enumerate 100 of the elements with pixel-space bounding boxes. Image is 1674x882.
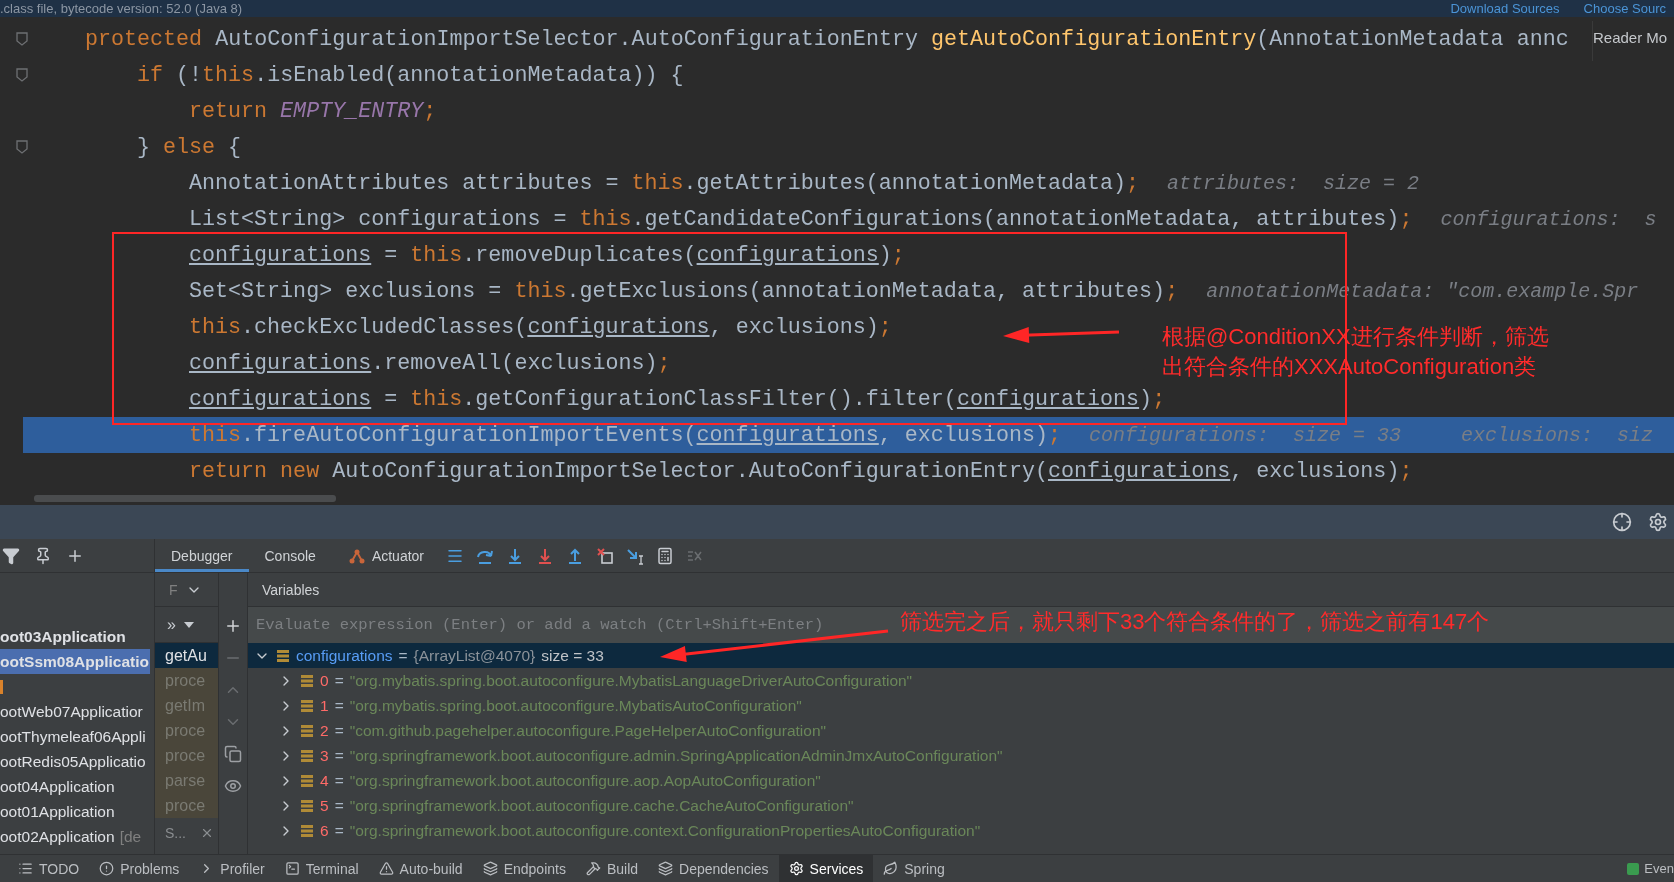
tool-window-button[interactable]: Profiler: [189, 855, 275, 882]
variable-row[interactable]: 6 = "org.springframework.boot.autoconfigure.context.ConfigurationPropertiesAutoConfiguration": [248, 818, 1674, 843]
endpoints-icon: [482, 861, 498, 876]
equals-sign: =: [334, 771, 344, 790]
tool-window-button[interactable]: Dependencies: [648, 855, 779, 882]
code-text: configurations = this.getConfigurationClassFilter().filter(configurations);: [189, 386, 1166, 412]
field-icon: [300, 673, 314, 688]
event-log-icon[interactable]: [1626, 861, 1641, 876]
service-item[interactable]: ootRedis05Applicatio: [0, 749, 150, 774]
tool-window-button[interactable]: TODO: [8, 855, 90, 882]
field-icon: [300, 748, 314, 763]
variable-row[interactable]: 1 = "org.mybatis.spring.boot.autoconfigure.MybatisAutoConfiguration": [248, 693, 1674, 718]
fold-icon[interactable]: [16, 68, 28, 82]
variable-value: "org.springframework.boot.autoconfigure.context.ConfigurationPropertiesAutoConfiguration": [349, 821, 981, 840]
variable-index: 5: [320, 796, 329, 815]
tool-window-button[interactable]: Terminal: [274, 855, 369, 882]
more-button[interactable]: »: [167, 615, 176, 634]
close-icon[interactable]: [200, 826, 214, 840]
service-item[interactable]: oot01Application: [0, 799, 150, 824]
service-item[interactable]: oot03Application: [0, 624, 150, 649]
code-text: configurations = this.removeDuplicates(configurations);: [189, 242, 905, 268]
variable-name: configurations: [296, 646, 393, 665]
tool-window-button[interactable]: Spring: [873, 855, 955, 882]
terminal-icon: [284, 861, 300, 876]
debug-tab[interactable]: Actuator: [331, 539, 440, 572]
frames-status: S...: [165, 825, 186, 841]
fold-icon[interactable]: [16, 32, 28, 46]
header-link[interactable]: Download Sources: [1450, 1, 1560, 16]
stack-frame[interactable]: getAu: [155, 643, 218, 668]
tool-window-button[interactable]: Endpoints: [472, 855, 576, 882]
variable-value: "org.springframework.boot.autoconfigure.aop.AopAutoConfiguration": [349, 771, 821, 790]
tool-window-button[interactable]: Auto-build: [368, 855, 473, 882]
variable-value: "org.springframework.boot.autoconfigure.admin.SpringApplicationAdminJmxAutoConfiguration": [349, 746, 1003, 765]
variable-size: size = 33: [541, 646, 604, 665]
variable-row[interactable]: 2 = "com.github.pagehelper.autoconfigure.PageHelperAutoConfiguration": [248, 718, 1674, 743]
force-step-into-icon[interactable]: [536, 546, 554, 565]
code-text: if (!this.isEnabled(annotationMetadata)) {: [137, 62, 684, 88]
variable-row[interactable]: 0 = "org.mybatis.spring.boot.autoconfigure.MybatisLanguageDriverAutoConfiguration": [248, 668, 1674, 693]
dropdown-icon[interactable]: [183, 621, 194, 628]
code-text: List<String> configurations = this.getCandidateConfigurations(annotationMetadata, attributes);: [189, 206, 1413, 232]
filter-icon[interactable]: [2, 546, 20, 565]
debug-tab[interactable]: Console: [248, 539, 332, 572]
annotation-text: 筛选完之后，就只剩下33个符合条件的了，筛选之前有147个: [900, 608, 1490, 636]
inline-hint: exclusions: siz: [1461, 423, 1654, 447]
fold-icon[interactable]: [16, 140, 28, 154]
code-text: this.checkExcludedClasses(configurations, exclusions);: [189, 314, 892, 340]
code-text: return new AutoConfigurationImportSelector.AutoConfigurationEntry(configurations, exclusions);: [189, 458, 1413, 484]
add-watch-icon[interactable]: [224, 617, 242, 635]
service-suffix: [de: [119, 827, 142, 846]
hammer-icon: [585, 861, 601, 876]
variable-index: 4: [320, 771, 329, 790]
service-item[interactable]: oot02Application [de: [0, 824, 150, 849]
field-icon: [276, 648, 290, 663]
field-icon: [300, 798, 314, 813]
debug-tab[interactable]: Debugger: [155, 539, 249, 572]
service-item[interactable]: ootThymeleaf06Appli: [0, 724, 150, 749]
tool-window-button[interactable]: Problems: [89, 855, 190, 882]
variable-row[interactable]: 3 = "org.springframework.boot.autoconfigure.admin.SpringApplicationAdminJmxAutoConfiguration": [248, 743, 1674, 768]
equals-sign: =: [334, 696, 344, 715]
file-info: .class file, bytecode version: 52.0 (Java 8): [0, 1, 244, 16]
drop-frame-icon[interactable]: [596, 546, 614, 565]
variable-index: 3: [320, 746, 329, 765]
code-text: protected AutoConfigurationImportSelector.AutoConfigurationEntry getAutoConfigurationEntry(AnnotationMetadata annc: [85, 26, 1569, 52]
header-link[interactable]: Choose Sourc: [1583, 1, 1666, 16]
variable-value: "org.mybatis.spring.boot.autoconfigure.MybatisAutoConfiguration": [349, 696, 802, 715]
settings-icon[interactable]: [1648, 512, 1668, 532]
variable-value: "org.springframework.boot.autoconfigure.cache.CacheAutoConfiguration": [349, 796, 854, 815]
tool-window-button[interactable]: Build: [575, 855, 649, 882]
code-text: configurations.removeAll(exclusions);: [189, 350, 671, 376]
pin-icon[interactable]: [34, 546, 52, 565]
service-item[interactable]: oot04Application: [0, 774, 150, 799]
step-out-icon[interactable]: [566, 546, 584, 565]
event-log-label[interactable]: Even: [1644, 861, 1674, 876]
field-icon: [300, 773, 314, 788]
equals-sign: =: [334, 721, 344, 740]
calculator-icon[interactable]: [656, 546, 674, 565]
variable-value: "com.github.pagehelper.autoconfigure.PageHelperAutoConfiguration": [349, 721, 827, 740]
step-into-icon[interactable]: [506, 546, 524, 565]
run-to-cursor-icon[interactable]: [626, 546, 644, 565]
scrollbar-thumb[interactable]: [34, 495, 336, 502]
crosshair-icon[interactable]: [1612, 512, 1632, 532]
eye-icon[interactable]: [224, 777, 242, 795]
field-icon: [300, 698, 314, 713]
copy-icon[interactable]: [224, 745, 242, 763]
equals-sign: =: [334, 821, 344, 840]
variable-row[interactable]: 5 = "org.springframework.boot.autoconfigure.cache.CacheAutoConfiguration": [248, 793, 1674, 818]
list-icon: [18, 861, 33, 876]
variable-index: 6: [320, 821, 329, 840]
services-icon: [788, 861, 804, 876]
inline-hint: configurations: s: [1440, 207, 1657, 231]
code-text: } else {: [137, 134, 242, 160]
service-item[interactable]: ootSsm08Applicatio: [0, 649, 150, 674]
service-item[interactable]: ootWeb07Applicatior: [0, 699, 150, 724]
variable-value: {ArrayList@4070}: [413, 646, 536, 665]
equals-sign: =: [398, 646, 408, 665]
variable-row[interactable]: 4 = "org.springframework.boot.autoconfigure.aop.AopAutoConfiguration": [248, 768, 1674, 793]
problems-icon: [99, 861, 115, 876]
tool-window-button[interactable]: Services: [778, 855, 874, 882]
variable-row[interactable]: configurations = {ArrayList@4070} size = 33: [248, 643, 1674, 668]
variable-value: "org.mybatis.spring.boot.autoconfigure.MybatisLanguageDriverAutoConfiguration": [349, 671, 913, 690]
